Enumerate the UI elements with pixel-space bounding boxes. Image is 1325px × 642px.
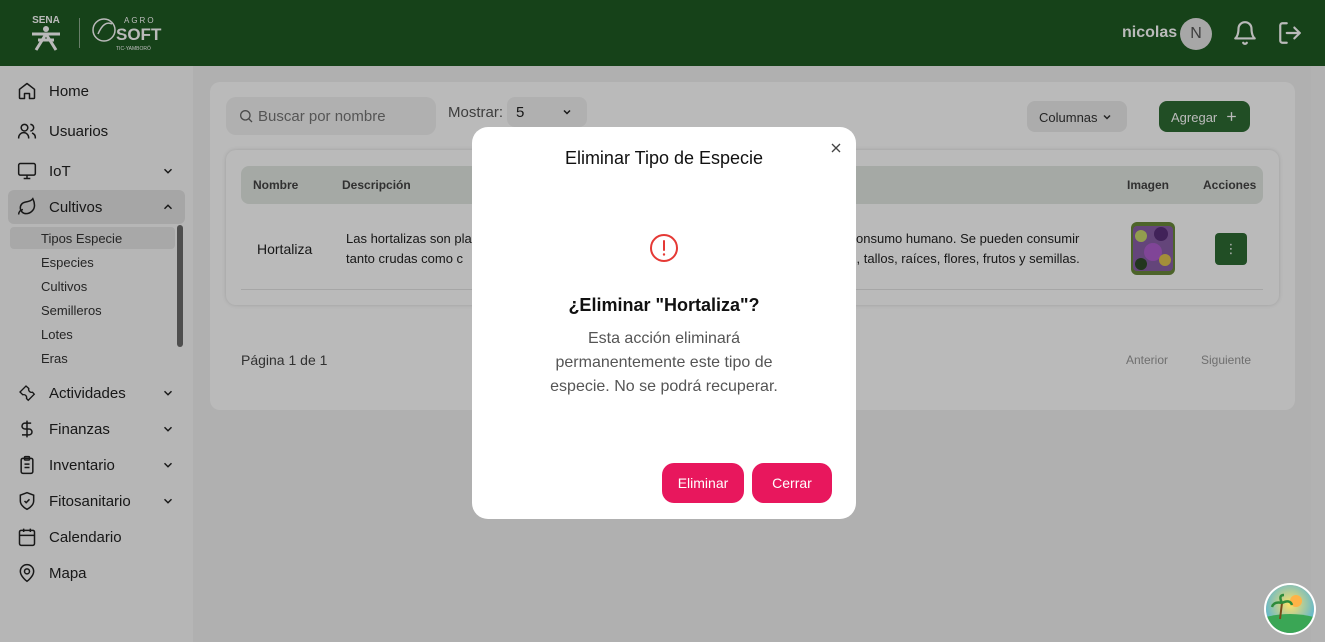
- alert-circle-icon: [650, 234, 678, 262]
- modal-question: ¿Eliminar "Hortaliza"?: [568, 295, 760, 315]
- close-modal-button[interactable]: Cerrar: [752, 463, 832, 503]
- assistant-widget-icon[interactable]: [1266, 585, 1314, 633]
- delete-modal: Eliminar Tipo de Especie ¿Eliminar "Hort…: [472, 127, 856, 519]
- modal-title: Eliminar Tipo de Especie: [564, 148, 764, 168]
- modal-message: Esta acción eliminará permanentemente es…: [550, 330, 778, 395]
- close-icon[interactable]: [828, 140, 844, 156]
- confirm-delete-button[interactable]: Eliminar: [662, 463, 744, 503]
